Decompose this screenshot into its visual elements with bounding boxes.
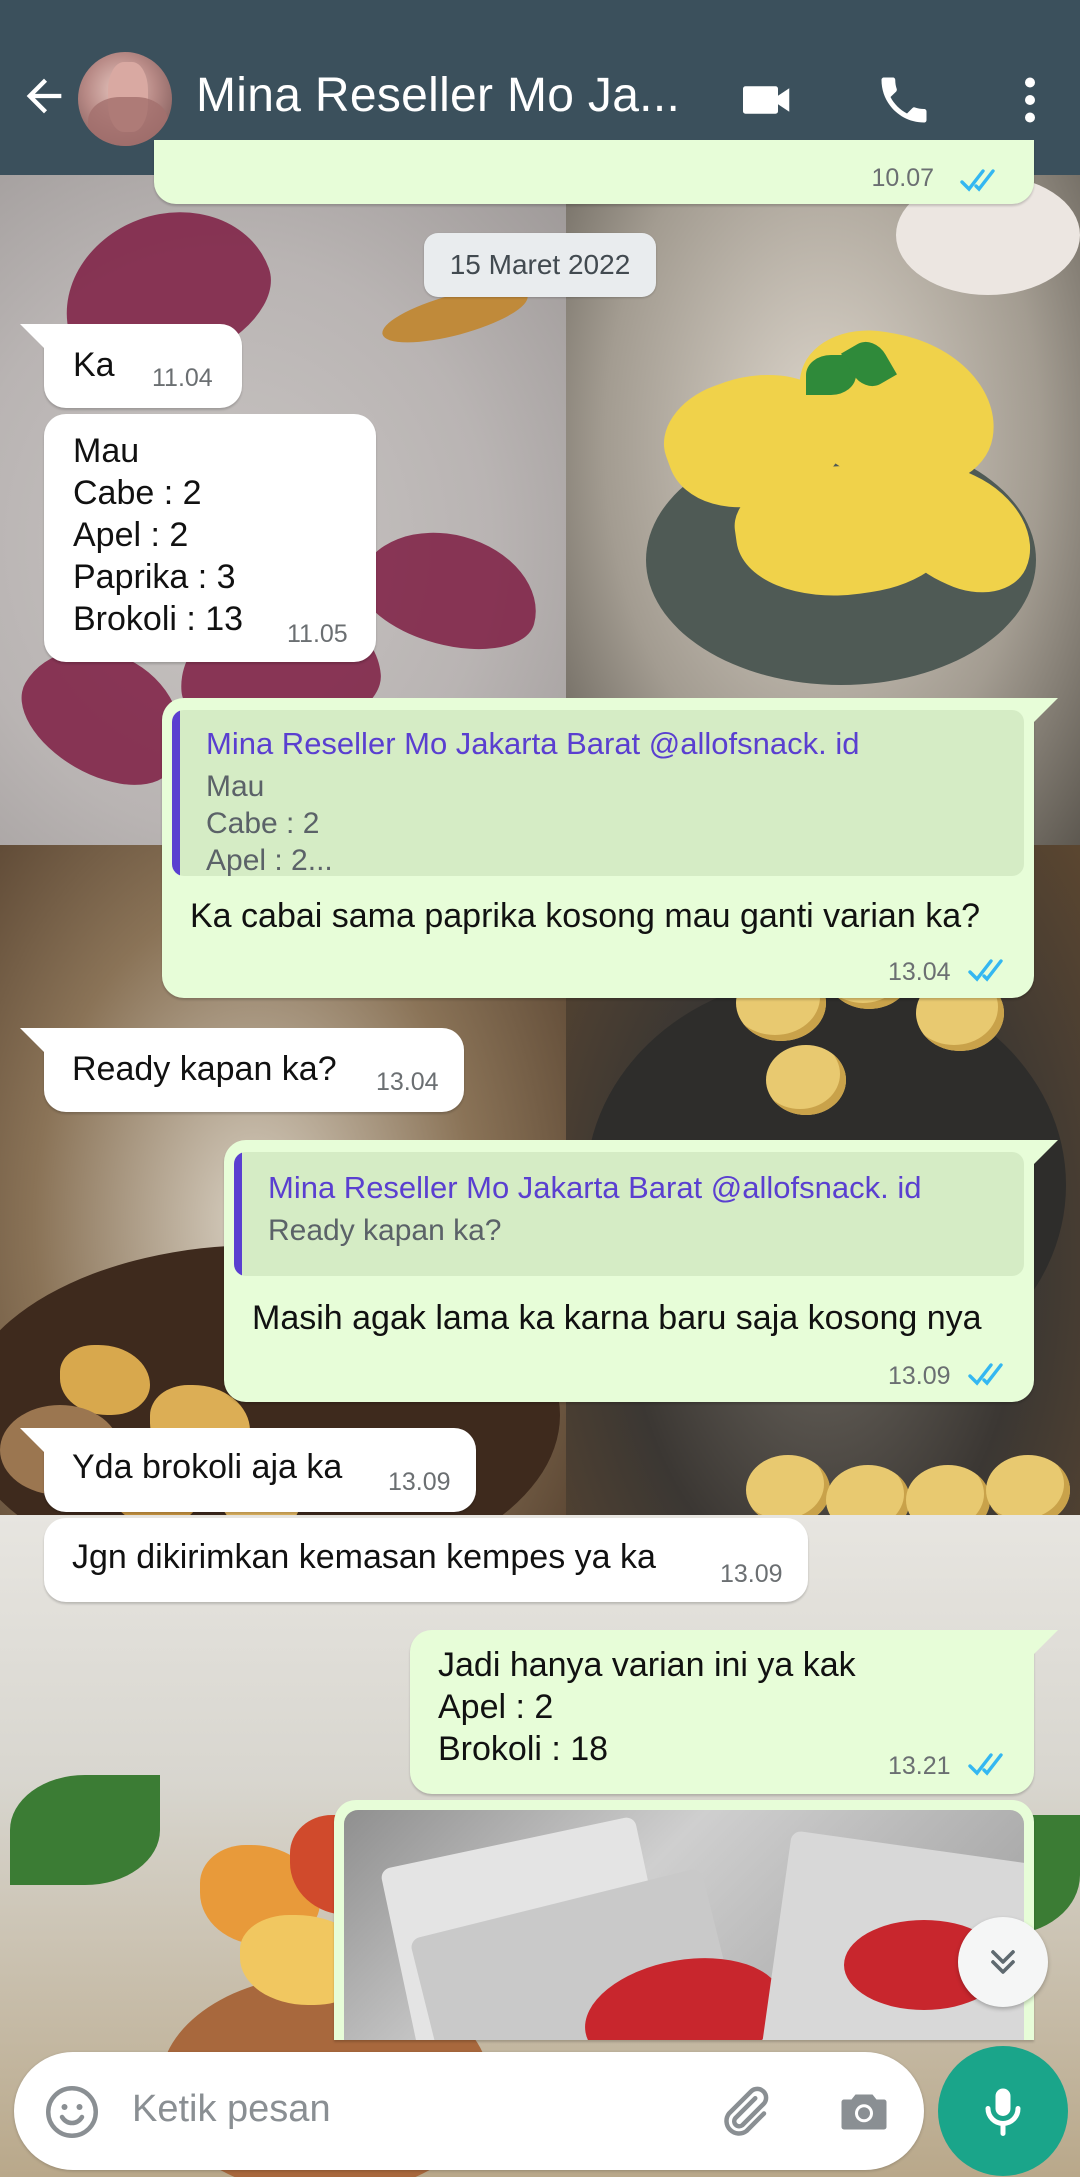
message-bubble-incoming[interactable]: Jgn dikirimkan kemasan kempes ya ka 13.0… [44,1518,808,1602]
video-call-icon[interactable] [738,70,798,130]
message-bubble-outgoing[interactable]: 10.07 [154,140,1034,204]
message-input[interactable]: Ketik pesan [132,2088,331,2131]
message-text: Ka [73,346,115,384]
message-bubble-incoming[interactable]: Ready kapan ka? 13.04 [20,1028,464,1112]
message-time: 13.09 [388,1468,451,1496]
bubble-tail [1032,1630,1058,1656]
quoted-text: Mau Cabe : 2 Apel : 2... [206,770,333,876]
message-text: Mau Cabe : 2 Apel : 2 Paprika : 3 Brokol… [73,432,244,638]
quoted-author: Mina Reseller Mo Jakarta Barat @allofsna… [268,1170,922,1205]
photo-snack-packaging[interactable] [344,1810,1024,2040]
quote-accent-bar [234,1152,242,1276]
message-time: 11.05 [287,620,348,648]
read-ticks-icon [960,169,995,192]
message-time: 13.09 [720,1560,783,1588]
quote-accent-bar [172,710,180,876]
image-message-bubble[interactable] [334,1800,1034,2040]
message-time: 13.04 [376,1068,439,1096]
message-time: 13.04 [888,958,951,986]
message-text: Jadi hanya varian ini ya kak Apel : 2 Br… [438,1646,856,1768]
microphone-icon [985,2088,1021,2136]
read-ticks-icon [968,1363,1003,1386]
phone-call-icon[interactable] [874,70,934,130]
quoted-text: Ready kapan ka? [268,1214,502,1247]
emoji-icon[interactable] [42,2082,102,2142]
message-text: Ka cabai sama paprika kosong mau ganti v… [190,897,981,935]
message-time: 13.09 [888,1362,951,1390]
message-text: Yda brokoli aja ka [72,1448,343,1486]
read-ticks-icon [968,959,1003,982]
message-bubble-incoming[interactable]: Mau Cabe : 2 Apel : 2 Paprika : 3 Brokol… [44,414,376,662]
message-time: 11.04 [152,364,213,392]
bubble-tail [1032,698,1058,724]
bubble-tail [20,1028,46,1054]
message-bubble-outgoing[interactable]: Mina Reseller Mo Jakarta Barat @allofsna… [224,1140,1058,1402]
more-vert-icon[interactable] [1000,70,1060,130]
bubble-tail [1032,1140,1058,1166]
quoted-message[interactable]: Mina Reseller Mo Jakarta Barat @allofsna… [234,1152,1024,1276]
voice-message-button[interactable] [938,2046,1068,2176]
message-bubble-incoming[interactable]: Yda brokoli aja ka 13.09 [20,1428,476,1512]
message-time: 13.21 [888,1752,951,1780]
message-bubble-incoming[interactable]: Ka 11.04 [20,324,242,408]
message-bubble-outgoing[interactable]: Mina Reseller Mo Jakarta Barat @allofsna… [162,698,1058,998]
bubble-tail [20,324,46,350]
message-text: Jgn dikirimkan kemasan kempes ya ka [72,1538,656,1576]
message-text: Ready kapan ka? [72,1050,337,1088]
message-text: Masih agak lama ka karna baru saja koson… [252,1299,982,1337]
paperclip-icon[interactable] [714,2082,774,2142]
arrow-left-icon[interactable] [18,70,70,122]
double-chevron-down-icon [991,1950,1015,1974]
quoted-author: Mina Reseller Mo Jakarta Barat @allofsna… [206,726,860,761]
bubble-tail [20,1428,46,1454]
avatar[interactable] [78,52,172,146]
scroll-to-bottom-button[interactable] [958,1917,1048,2007]
contact-name[interactable]: Mina Reseller Mo Ja... [196,68,696,123]
quoted-message[interactable]: Mina Reseller Mo Jakarta Barat @allofsna… [172,710,1024,876]
date-separator: 15 Maret 2022 [424,233,656,297]
message-composer[interactable]: Ketik pesan [14,2052,924,2170]
camera-icon[interactable] [834,2082,894,2142]
message-bubble-outgoing[interactable]: Jadi hanya varian ini ya kak Apel : 2 Br… [410,1630,1058,1794]
message-time: 10.07 [871,164,934,192]
read-ticks-icon [968,1753,1003,1776]
